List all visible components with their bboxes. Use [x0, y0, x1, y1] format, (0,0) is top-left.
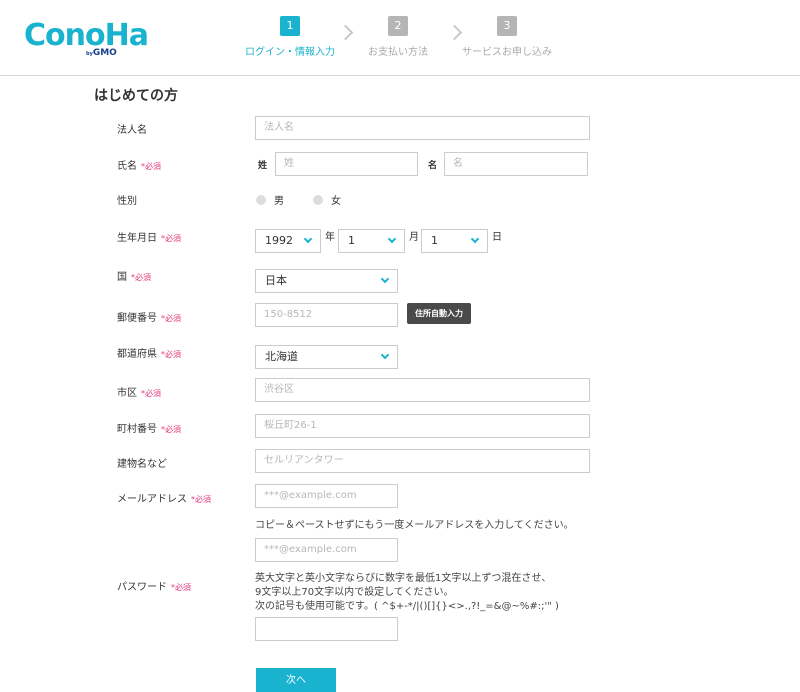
birthdate-label-text: 生年月日	[117, 233, 157, 244]
step-1-number: 1	[280, 16, 300, 36]
required-mark: *必須	[171, 583, 191, 592]
required-mark: *必須	[161, 234, 181, 243]
password-label-text: パスワード	[117, 582, 167, 593]
day-unit: 日	[492, 232, 502, 243]
address-autofill-button[interactable]: 住所自動入力	[407, 303, 471, 324]
gender-label-text: 性別	[117, 196, 137, 207]
password-input[interactable]	[255, 617, 398, 641]
chevron-down-icon	[380, 350, 390, 360]
gender-female-label: 女	[331, 196, 341, 207]
postal-label-text: 郵便番号	[117, 313, 157, 324]
password-label: パスワード *必須	[117, 578, 191, 593]
step-3: 3 サービスお申し込み	[462, 16, 552, 58]
building-label-text: 建物名など	[117, 459, 167, 470]
email-input[interactable]: ***@example.com	[255, 484, 398, 508]
prefecture-value: 北海道	[265, 350, 298, 363]
first-name-label: 名	[428, 161, 438, 171]
next-button[interactable]: 次へ	[256, 668, 336, 692]
logo-brand: GMO	[92, 48, 117, 58]
password-rule-3: 次の記号も使用可能です。( ^$+-*/|()[]{}<>.,?!_=&@~%#…	[255, 601, 559, 612]
chevron-down-icon	[380, 274, 390, 284]
email-label: メールアドレス *必須	[117, 490, 211, 505]
step-1: 1 ログイン・情報入力	[244, 16, 336, 58]
email-confirm-input[interactable]: ***@example.com	[255, 538, 398, 562]
birth-month-select[interactable]: 1	[338, 229, 405, 253]
password-rule-1: 英大文字と英小文字ならびに数字を最低1文字以上ずつ混在させ、	[255, 573, 552, 584]
last-name-input[interactable]: 姓	[275, 152, 418, 176]
chevron-right-icon	[446, 24, 463, 41]
logo-by: by	[86, 51, 93, 57]
corp-label: 法人名	[117, 121, 147, 136]
country-select[interactable]: 日本	[255, 269, 398, 293]
year-unit: 年	[325, 232, 335, 243]
required-mark: *必須	[141, 389, 161, 398]
gender-male-radio[interactable]: 男	[256, 192, 284, 207]
required-mark: *必須	[191, 495, 211, 504]
email-label-text: メールアドレス	[117, 494, 187, 505]
birth-year-value: 1992	[265, 234, 293, 247]
city-label-text: 市区	[117, 388, 137, 399]
chevron-down-icon	[387, 234, 397, 244]
country-value: 日本	[265, 274, 287, 287]
first-name-input[interactable]: 名	[444, 152, 588, 176]
country-label-text: 国	[117, 272, 127, 283]
city-label: 市区 *必須	[117, 384, 161, 399]
month-unit: 月	[409, 232, 419, 243]
birthdate-label: 生年月日 *必須	[117, 229, 181, 244]
conoha-logo[interactable]: ConoHa byGMO	[24, 18, 149, 58]
postal-code-input[interactable]: 150-8512	[255, 303, 398, 327]
section-title: はじめての方	[94, 88, 178, 104]
chevron-down-icon	[470, 234, 480, 244]
required-mark: *必須	[141, 162, 161, 171]
prefecture-label: 都道府県 *必須	[117, 345, 181, 360]
logo-by-gmo: byGMO	[86, 48, 117, 58]
step-2-number: 2	[388, 16, 408, 36]
birth-day-select[interactable]: 1	[421, 229, 488, 253]
step-3-number: 3	[497, 16, 517, 36]
prefecture-label-text: 都道府県	[117, 349, 157, 360]
birth-year-select[interactable]: 1992	[255, 229, 321, 253]
radio-dot-icon	[313, 194, 323, 205]
email-confirm-note: コピー＆ペーストせずにもう一度メールアドレスを入力してください。	[255, 520, 574, 531]
step-2-label: お支払い方法	[368, 47, 428, 58]
gender-label: 性別	[117, 192, 137, 207]
corp-name-input[interactable]: 法人名	[255, 116, 590, 140]
postal-label: 郵便番号 *必須	[117, 309, 181, 324]
gender-female-radio[interactable]: 女	[313, 192, 341, 207]
name-label-text: 氏名	[117, 161, 137, 172]
password-rule-2: 9文字以上70文字以内で設定してください。	[255, 587, 454, 598]
town-label: 町村番号 *必須	[117, 420, 181, 435]
building-label: 建物名など	[117, 455, 167, 470]
corp-label-text: 法人名	[117, 125, 147, 136]
required-mark: *必須	[131, 273, 151, 282]
town-address-input[interactable]: 桜丘町26-1	[255, 414, 590, 438]
chevron-right-icon	[337, 24, 354, 41]
required-mark: *必須	[161, 350, 181, 359]
prefecture-select[interactable]: 北海道	[255, 345, 398, 369]
country-label: 国 *必須	[117, 268, 151, 283]
required-mark: *必須	[161, 425, 181, 434]
step-2: 2 お支払い方法	[368, 16, 428, 58]
step-3-label: サービスお申し込み	[462, 47, 552, 58]
name-label: 氏名 *必須	[117, 157, 161, 172]
radio-dot-icon	[256, 194, 266, 205]
last-name-label: 姓	[258, 161, 268, 171]
header: ConoHa byGMO 1 ログイン・情報入力 2 お支払い方法 3 サービス…	[0, 0, 800, 76]
city-input[interactable]: 渋谷区	[255, 378, 590, 402]
required-mark: *必須	[161, 314, 181, 323]
town-label-text: 町村番号	[117, 424, 157, 435]
step-1-label: ログイン・情報入力	[245, 47, 335, 58]
chevron-down-icon	[303, 234, 313, 244]
birth-day-value: 1	[431, 234, 438, 247]
gender-male-label: 男	[274, 196, 284, 207]
building-input[interactable]: セルリアンタワー	[255, 449, 590, 473]
birth-month-value: 1	[348, 234, 355, 247]
